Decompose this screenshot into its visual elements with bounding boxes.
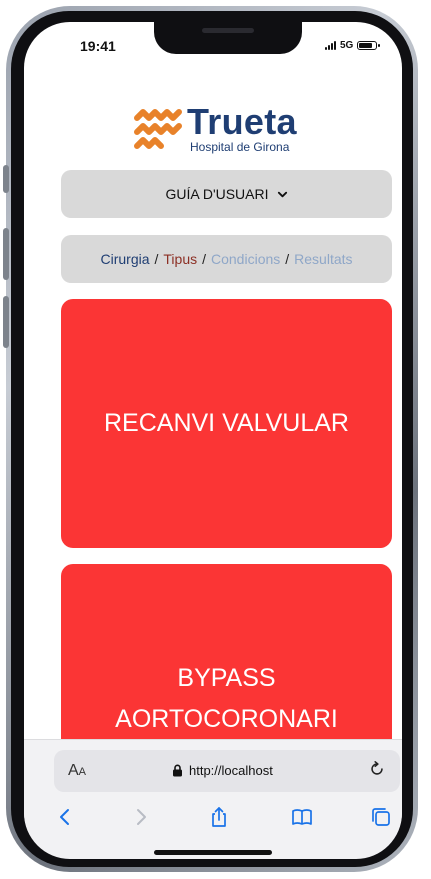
volume-down-button	[3, 296, 9, 348]
reload-icon[interactable]	[368, 760, 386, 778]
hospital-logo: Trueta Hospital de Girona	[133, 101, 297, 154]
breadcrumb-separator: /	[154, 251, 159, 267]
forward-icon[interactable]	[130, 806, 152, 828]
logo-subtitle: Hospital de Girona	[190, 140, 290, 154]
trueta-logo-icon	[134, 109, 182, 149]
user-guide-label: GUÍA D'USUARI	[165, 186, 269, 202]
user-guide-dropdown[interactable]: GUÍA D'USUARI	[61, 170, 392, 218]
card-recanvi-valvular[interactable]: RECANVI VALVULAR	[61, 299, 392, 548]
volume-up-button	[3, 228, 9, 280]
breadcrumb-tipus[interactable]: Tipus	[163, 251, 197, 267]
network-label: 5G	[340, 40, 354, 51]
card-label: RECANVI VALVULAR	[104, 409, 349, 437]
mute-switch	[3, 165, 9, 193]
signal-icon	[325, 41, 336, 50]
browser-toolbar: AA http://localhost	[24, 739, 402, 859]
lock-icon	[173, 764, 182, 777]
card-label-line1: BYPASS	[177, 664, 276, 692]
browser-nav-bar	[24, 804, 402, 836]
card-label-line2: AORTOCORONARI	[115, 705, 338, 733]
bookmarks-icon[interactable]	[291, 806, 313, 828]
status-time: 19:41	[80, 38, 116, 54]
breadcrumb-condicions[interactable]: Condicions	[211, 251, 280, 267]
notch	[154, 22, 302, 54]
text-size-button[interactable]: AA	[68, 762, 86, 780]
breadcrumb-separator: /	[285, 251, 290, 267]
back-icon[interactable]	[54, 806, 76, 828]
tabs-icon[interactable]	[370, 806, 392, 828]
status-indicators: 5G	[325, 40, 381, 51]
breadcrumb-separator: /	[202, 251, 206, 267]
address-bar[interactable]: AA http://localhost	[54, 750, 400, 792]
logo-name: Trueta	[187, 101, 297, 142]
url-display[interactable]: http://localhost	[172, 763, 273, 778]
share-icon[interactable]	[208, 806, 230, 828]
breadcrumb: Cirurgia / Tipus / Condicions / Resultat…	[61, 235, 392, 283]
breadcrumb-resultats[interactable]: Resultats	[294, 251, 352, 267]
chevron-down-icon	[277, 191, 287, 197]
url-text: http://localhost	[189, 763, 273, 778]
breadcrumb-cirurgia[interactable]: Cirurgia	[100, 251, 149, 267]
home-indicator	[154, 850, 272, 855]
battery-icon	[357, 41, 381, 50]
